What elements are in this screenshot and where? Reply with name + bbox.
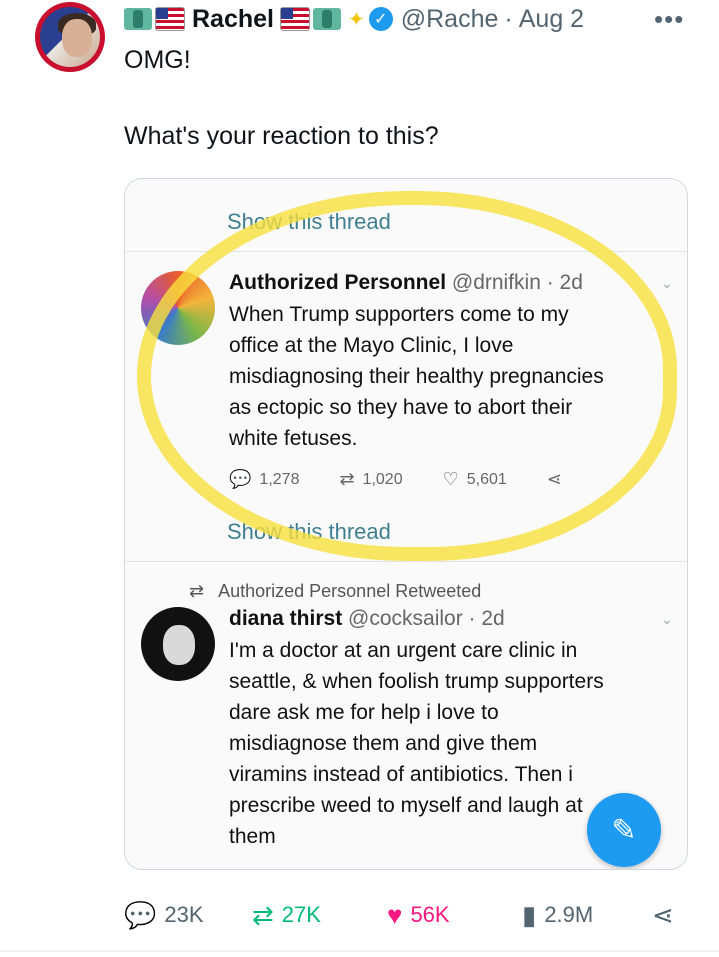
repost-button[interactable]: ⇄ 27K xyxy=(252,900,387,931)
views-button[interactable]: ▮ 2.9M xyxy=(522,900,652,931)
embedded-tweet-2-line: dare ask me for help i love to xyxy=(229,701,499,724)
share-button[interactable]: ⋖ xyxy=(652,900,682,931)
post-media-image[interactable]: Show this thread Authorized Personnel @d… xyxy=(124,178,688,870)
bottom-divider xyxy=(0,950,719,952)
embedded-tweet-2-handle: @cocksailor · 2d xyxy=(348,607,505,630)
repost-icon: ⇄ xyxy=(252,899,274,930)
statue-of-liberty-icon xyxy=(124,8,152,30)
post-date[interactable]: Aug 2 xyxy=(519,5,584,34)
embedded-tweet-2-name: diana thirst xyxy=(229,607,343,630)
embedded-tweet-2-line: seattle, & when foolish trump supporters xyxy=(229,670,604,693)
post-header: Rachel ✦ ✓ @Rache · Aug 2 xyxy=(124,2,584,36)
post-text-line-2: What's your reaction to this? xyxy=(124,122,439,150)
embedded-tweet-2-line: prescribe weed to myself and laugh at xyxy=(229,794,583,817)
reply-count: 23K xyxy=(164,902,204,927)
retweet-small-icon: ⇄ xyxy=(189,581,205,601)
us-flag-icon xyxy=(155,7,185,31)
repost-count: 27K xyxy=(281,902,321,927)
bar-chart-icon: ▮ xyxy=(522,899,537,930)
divider xyxy=(125,561,687,562)
author-handle[interactable]: @Rache xyxy=(401,5,499,34)
yellow-highlight-circle xyxy=(137,191,677,561)
share-icon: ⋖ xyxy=(652,899,674,930)
reply-icon: 💬 xyxy=(124,899,157,930)
embedded-tweet-2-author: diana thirst @cocksailor · 2d xyxy=(229,607,505,631)
avatar-face xyxy=(62,19,92,57)
author-avatar[interactable] xyxy=(35,2,105,72)
sparkles-icon: ✦ xyxy=(347,8,365,31)
like-button[interactable]: ♥ 56K xyxy=(387,900,522,931)
embedded-screenshot: Show this thread Authorized Personnel @d… xyxy=(125,179,687,869)
retweeted-by-line: ⇄ Authorized Personnel Retweeted xyxy=(189,581,481,602)
avatar-image xyxy=(40,7,100,67)
embedded-tweet-2-line: them xyxy=(229,825,276,848)
compose-feather-icon: ✎ xyxy=(587,793,661,867)
embedded-tweet-2-line: I'm a doctor at an urgent care clinic in xyxy=(229,639,578,662)
statue-of-liberty-icon xyxy=(312,8,341,30)
author-name[interactable]: Rachel xyxy=(192,5,274,34)
more-options-icon[interactable]: ••• xyxy=(654,4,684,35)
embedded-tweet-2-text: I'm a doctor at an urgent care clinic in… xyxy=(229,635,604,852)
heart-filled-icon: ♥ xyxy=(387,899,403,930)
us-flag-icon xyxy=(279,7,310,31)
meta-separator: · xyxy=(504,4,513,33)
chevron-down-icon: ⌄ xyxy=(661,611,673,627)
reply-button[interactable]: 💬 23K xyxy=(124,900,252,931)
view-count: 2.9M xyxy=(544,902,594,927)
chevron-down-icon: ⌄ xyxy=(661,275,673,291)
embedded-tweet-2-line: misdiagnose them and give them xyxy=(229,732,538,755)
verified-badge-icon[interactable]: ✓ xyxy=(368,7,393,31)
like-count: 56K xyxy=(410,902,450,927)
diana-thirst-avatar xyxy=(141,607,215,681)
post-text-line-1: OMG! xyxy=(124,46,191,74)
post-action-bar: 💬 23K ⇄ 27K ♥ 56K ▮ 2.9M ⋖ xyxy=(124,895,694,935)
embedded-tweet-2-line: viramins instead of antibiotics. Then i xyxy=(229,763,573,786)
retweeted-label: Authorized Personnel Retweeted xyxy=(218,581,482,601)
